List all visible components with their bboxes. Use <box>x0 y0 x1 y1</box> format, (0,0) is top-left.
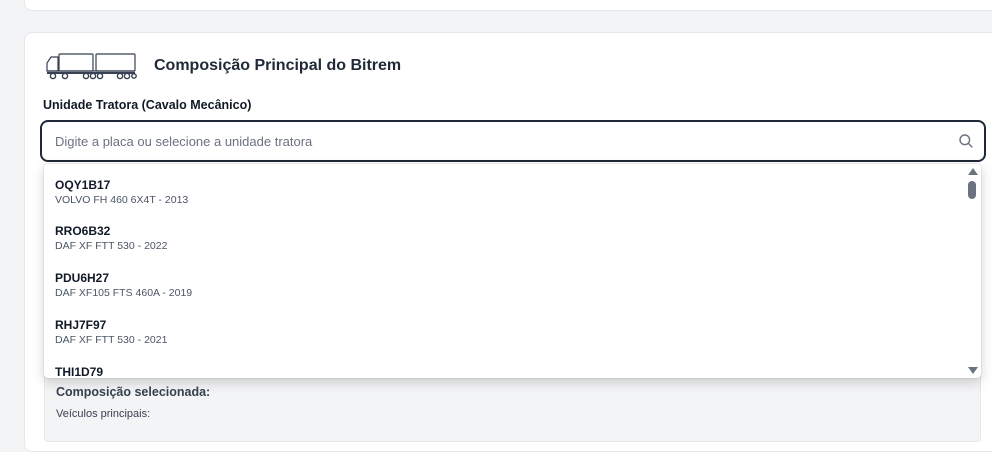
tractor-unit-search-input[interactable] <box>55 122 935 160</box>
option-plate: RRO6B32 <box>55 224 111 238</box>
tractor-unit-combobox[interactable] <box>40 120 986 162</box>
dropdown-option[interactable]: PDU6H27 DAF XF105 FTS 460A - 2019 <box>44 257 964 303</box>
scroll-up-arrow-icon[interactable] <box>968 168 978 175</box>
dropdown-option[interactable]: THI1D79 <box>44 351 964 378</box>
option-plate: THI1D79 <box>55 365 104 378</box>
section-title: Composição Principal do Bitrem <box>154 57 402 74</box>
scroll-down-arrow-icon[interactable] <box>968 367 978 374</box>
previous-card <box>24 0 992 11</box>
dropdown-option[interactable]: RRO6B32 DAF XF FTT 530 - 2022 <box>44 210 964 256</box>
option-plate: OQY1B17 <box>55 178 111 192</box>
option-plate: PDU6H27 <box>55 271 110 285</box>
search-icon[interactable] <box>958 133 974 149</box>
option-description: DAF XF FTT 530 - 2022 <box>55 240 168 252</box>
scroll-thumb[interactable] <box>968 181 976 199</box>
dropdown-scrollbar[interactable] <box>964 164 981 378</box>
option-description: VOLVO FH 460 6X4T - 2013 <box>55 194 189 206</box>
tractor-unit-dropdown: OQY1B17 VOLVO FH 460 6X4T - 2013 RRO6B32… <box>44 164 981 378</box>
option-plate: RHJ7F97 <box>55 318 107 332</box>
option-description: DAF XF FTT 530 - 2021 <box>55 334 168 346</box>
tractor-unit-label: Unidade Tratora (Cavalo Mecânico) <box>43 98 252 112</box>
dropdown-option[interactable]: RHJ7F97 DAF XF FTT 530 - 2021 <box>44 304 964 350</box>
bitrem-truck-icon <box>46 53 137 80</box>
dropdown-option[interactable]: OQY1B17 VOLVO FH 460 6X4T - 2013 <box>44 164 964 210</box>
option-description: DAF XF105 FTS 460A - 2019 <box>55 287 193 299</box>
selected-composition-title: Composição selecionada: <box>56 385 211 399</box>
main-vehicles-label: Veículos principais: <box>56 408 151 420</box>
selected-composition-panel: Composição selecionada: Veículos princip… <box>44 372 981 442</box>
